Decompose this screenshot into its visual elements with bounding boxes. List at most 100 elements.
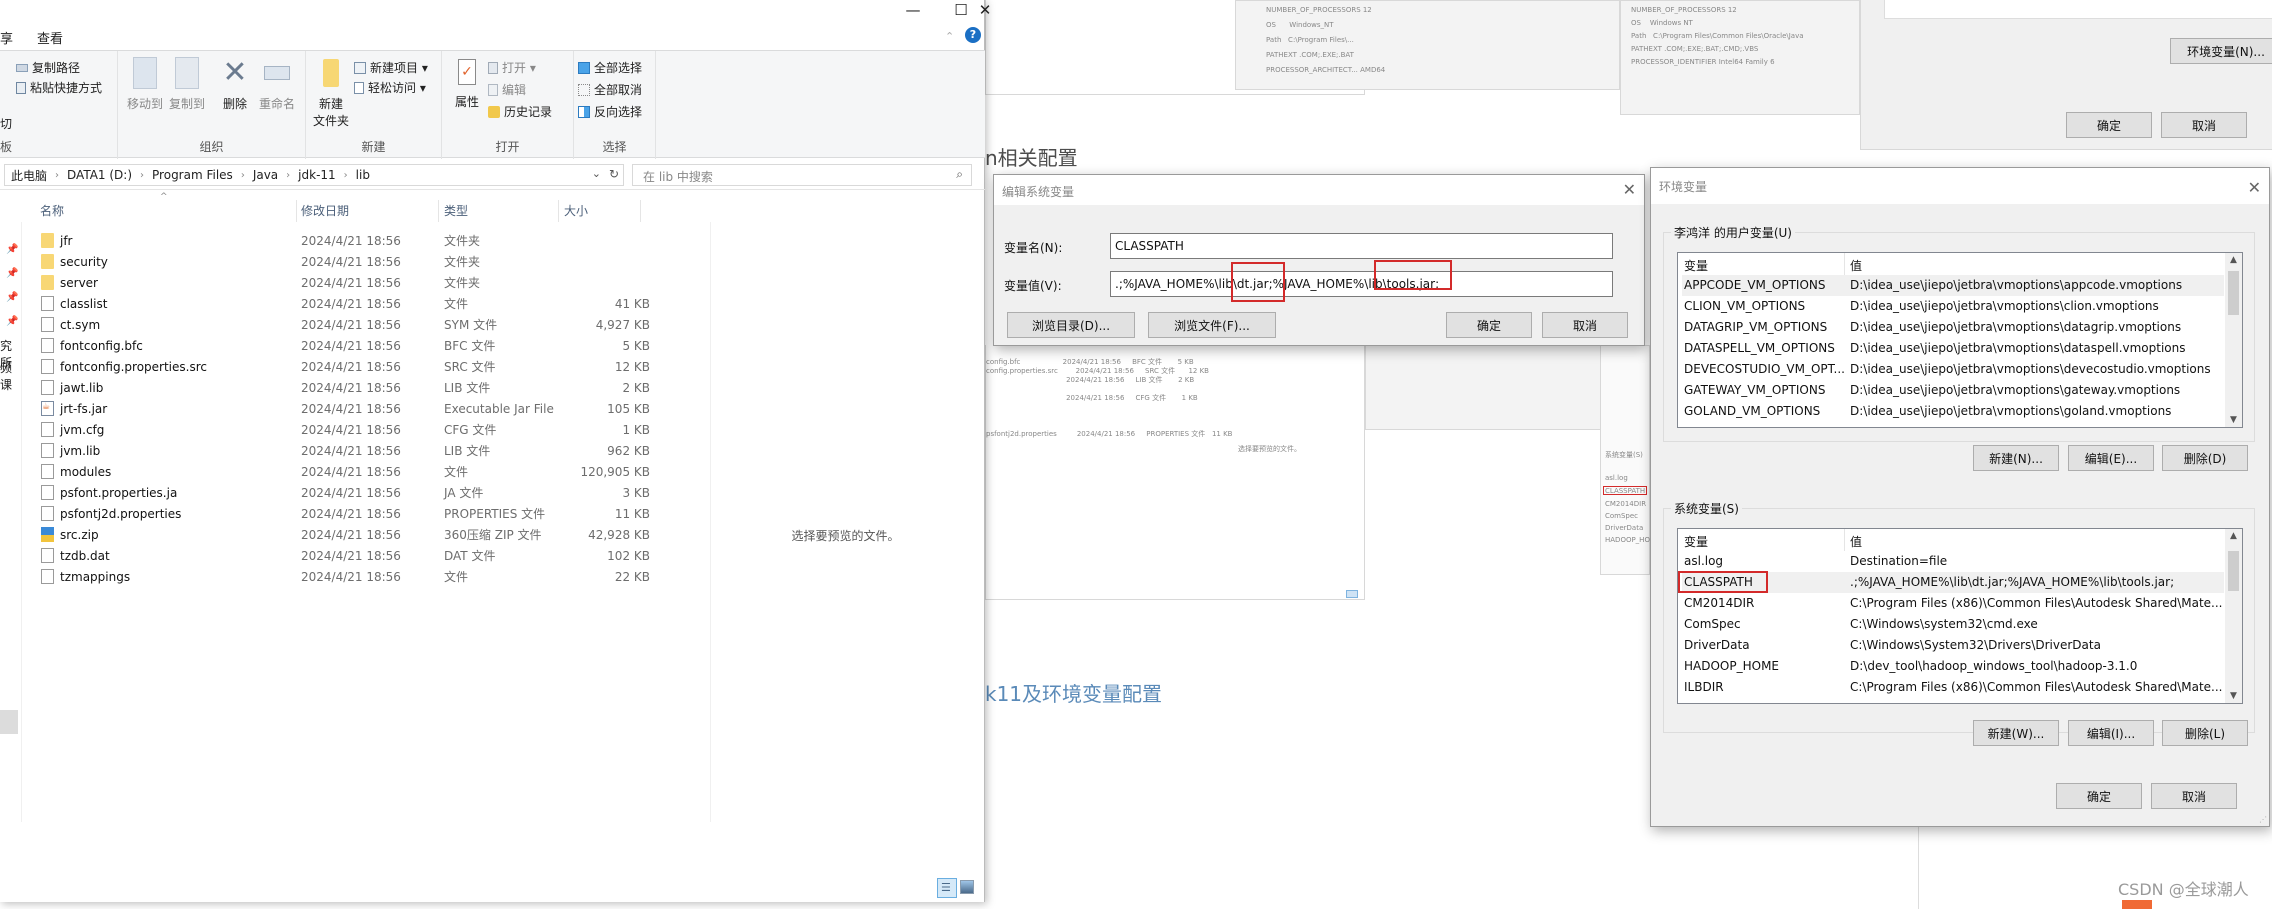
file-row[interactable]: ct.sym 2024/4/21 18:56 SYM 文件 4,927 KB: [30, 314, 710, 335]
variable-row[interactable]: APPCODE_VM_OPTIONS D:\idea_use\jiepo\jetb…: [1682, 275, 2224, 296]
details-view-button[interactable]: ☰: [937, 878, 957, 898]
easy-access-button[interactable]: 轻松访问 ▾: [354, 79, 426, 96]
file-row[interactable]: jvm.lib 2024/4/21 18:56 LIB 文件 962 KB: [30, 440, 710, 461]
system-edit-button[interactable]: 编辑(I)...: [2068, 720, 2154, 746]
user-delete-button[interactable]: 删除(D): [2162, 445, 2248, 471]
cancel-button[interactable]: 取消: [2151, 783, 2237, 809]
crumb-drive[interactable]: DATA1 (D:): [67, 168, 132, 182]
variable-row[interactable]: DATAGRIP_VM_OPTIONS D:\idea_use\jiepo\jet…: [1682, 317, 2224, 338]
select-all-button[interactable]: 全部选择: [578, 59, 642, 76]
breadcrumb[interactable]: 此电脑 › DATA1 (D:) › Program Files › Java › jd…: [4, 164, 624, 186]
column-type[interactable]: 类型: [444, 202, 468, 219]
copy-to-button[interactable]: 复制到: [166, 57, 208, 112]
scrollbar[interactable]: ▲ ▼: [2225, 253, 2242, 427]
column-variable[interactable]: 变量: [1684, 257, 1708, 274]
sysprops-cancel-button[interactable]: 取消: [2161, 112, 2247, 138]
variable-row[interactable]: ComSpec C:\Windows\system32\cmd.exe: [1682, 614, 2224, 635]
file-row[interactable]: modules 2024/4/21 18:56 文件 120,905 KB: [30, 461, 710, 482]
close-icon[interactable]: ✕: [1623, 180, 1636, 199]
nav-scrollbar-thumb[interactable]: [0, 710, 18, 734]
scroll-up-icon[interactable]: ▲: [2225, 255, 2242, 265]
close-icon[interactable]: ✕: [2248, 178, 2261, 197]
variable-name-input[interactable]: CLASSPATH: [1110, 233, 1613, 259]
file-row[interactable]: classlist 2024/4/21 18:56 文件 41 KB: [30, 293, 710, 314]
tab-view[interactable]: 查看: [25, 26, 75, 50]
cut-button[interactable]: 切: [0, 115, 12, 132]
ok-button[interactable]: 确定: [2056, 783, 2142, 809]
scrollbar-thumb[interactable]: [2228, 271, 2239, 315]
new-item-button[interactable]: 新建项目 ▾: [354, 59, 428, 76]
column-size[interactable]: 大小: [564, 202, 588, 219]
variable-row[interactable]: GOLAND_VM_OPTIONS D:\idea_use\jiepo\jetbr…: [1682, 401, 2224, 422]
column-variable[interactable]: 变量: [1684, 533, 1708, 550]
file-row[interactable]: jawt.lib 2024/4/21 18:56 LIB 文件 2 KB: [30, 377, 710, 398]
user-new-button[interactable]: 新建(N)...: [1973, 445, 2059, 471]
select-none-button[interactable]: 全部取消: [578, 81, 642, 98]
system-delete-button[interactable]: 删除(L): [2162, 720, 2248, 746]
file-row[interactable]: psfontj2d.properties 2024/4/21 18:56 PROPE…: [30, 503, 710, 524]
scroll-down-icon[interactable]: ▼: [2225, 691, 2242, 701]
browse-directory-button[interactable]: 浏览目录(D)...: [1007, 312, 1135, 338]
file-row[interactable]: jfr 2024/4/21 18:56 文件夹: [30, 230, 710, 251]
crumb-program-files[interactable]: Program Files: [152, 168, 233, 182]
env-vars-button[interactable]: 环境变量(N)...: [2170, 38, 2272, 64]
system-new-button[interactable]: 新建(W)...: [1973, 720, 2059, 746]
nav-item-partial[interactable]: 频课: [0, 359, 21, 393]
refresh-icon[interactable]: ↻: [609, 167, 619, 181]
delete-button[interactable]: ✕ 删除: [214, 57, 256, 112]
crumb-java[interactable]: Java: [253, 168, 278, 182]
history-dropdown-icon[interactable]: ⌄: [592, 167, 601, 180]
help-icon[interactable]: ?: [965, 27, 981, 43]
variable-row[interactable]: CM2014DIR C:\Program Files (x86)\Common F…: [1682, 593, 2224, 614]
scroll-up-icon[interactable]: ▲: [2225, 531, 2242, 541]
file-row[interactable]: jvm.cfg 2024/4/21 18:56 CFG 文件 1 KB: [30, 419, 710, 440]
pin-icon[interactable]: 📌: [6, 244, 18, 255]
tab-share[interactable]: 享: [0, 26, 25, 50]
ok-button[interactable]: 确定: [1446, 312, 1532, 338]
history-button[interactable]: 历史记录: [488, 103, 552, 120]
paste-shortcut-button[interactable]: 粘贴快捷方式: [16, 79, 102, 96]
variable-row[interactable]: asl.log Destination=file: [1682, 551, 2224, 572]
column-date[interactable]: 修改日期: [301, 202, 349, 219]
variable-row[interactable]: DEVECOSTUDIO_VM_OPT... D:\idea_use\jiepo\…: [1682, 359, 2224, 380]
move-to-button[interactable]: 移动到: [124, 57, 166, 112]
pin-icon[interactable]: 📌: [6, 268, 18, 279]
column-value[interactable]: 值: [1850, 257, 1862, 274]
scrollbar-thumb[interactable]: [2228, 551, 2239, 591]
crumb-this-pc[interactable]: 此电脑: [11, 167, 47, 184]
variable-row[interactable]: CLION_VM_OPTIONS D:\idea_use\jiepo\jetbra…: [1682, 296, 2224, 317]
rename-button[interactable]: 重命名: [256, 57, 298, 112]
variable-row[interactable]: DriverData C:\Windows\System32\Drivers\Dr…: [1682, 635, 2224, 656]
file-row[interactable]: fontconfig.bfc 2024/4/21 18:56 BFC 文件 5 KB: [30, 335, 710, 356]
scrollbar[interactable]: ▲ ▼: [2225, 529, 2242, 703]
sysprops-ok-button[interactable]: 确定: [2066, 112, 2152, 138]
crumb-lib[interactable]: lib: [356, 168, 370, 182]
file-row[interactable]: security 2024/4/21 18:56 文件夹: [30, 251, 710, 272]
edit-button[interactable]: 编辑: [488, 81, 526, 98]
browse-file-button[interactable]: 浏览文件(F)...: [1148, 312, 1276, 338]
file-row[interactable]: server 2024/4/21 18:56 文件夹: [30, 272, 710, 293]
variable-row[interactable]: ILBDIR C:\Program Files (x86)\Common File…: [1682, 677, 2224, 698]
copy-path-button[interactable]: 复制路径: [16, 59, 80, 76]
variable-row[interactable]: HADOOP_HOME D:\dev_tool\hadoop_windows_to…: [1682, 656, 2224, 677]
close-button[interactable]: ✕: [975, 0, 995, 20]
file-row[interactable]: tzmappings 2024/4/21 18:56 文件 22 KB: [30, 566, 710, 587]
cancel-button[interactable]: 取消: [1542, 312, 1628, 338]
user-edit-button[interactable]: 编辑(E)...: [2068, 445, 2154, 471]
minimize-button[interactable]: —: [890, 0, 936, 20]
resize-grip-icon[interactable]: ⋰: [2259, 815, 2267, 824]
properties-button[interactable]: ✓ 属性: [446, 57, 488, 110]
collapse-ribbon-icon[interactable]: ⌃: [945, 30, 954, 43]
open-button[interactable]: 打开 ▾: [488, 59, 536, 76]
file-row[interactable]: fontconfig.properties.src 2024/4/21 18:56…: [30, 356, 710, 377]
pin-icon[interactable]: 📌: [6, 316, 18, 327]
invert-selection-button[interactable]: 反向选择: [578, 103, 642, 120]
new-folder-button[interactable]: 新建 文件夹: [310, 57, 352, 129]
pin-icon[interactable]: 📌: [6, 292, 18, 303]
variable-value-input[interactable]: .;%JAVA_HOME%\lib\dt.jar;%JAVA_HOME%\lib…: [1110, 271, 1613, 297]
file-row[interactable]: tzdb.dat 2024/4/21 18:56 DAT 文件 102 KB: [30, 545, 710, 566]
large-icons-view-button[interactable]: [960, 880, 974, 894]
column-value[interactable]: 值: [1850, 533, 1862, 550]
variable-row[interactable]: GATEWAY_VM_OPTIONS D:\idea_use\jiepo\jetb…: [1682, 380, 2224, 401]
file-row[interactable]: psfont.properties.ja 2024/4/21 18:56 JA 文件…: [30, 482, 710, 503]
